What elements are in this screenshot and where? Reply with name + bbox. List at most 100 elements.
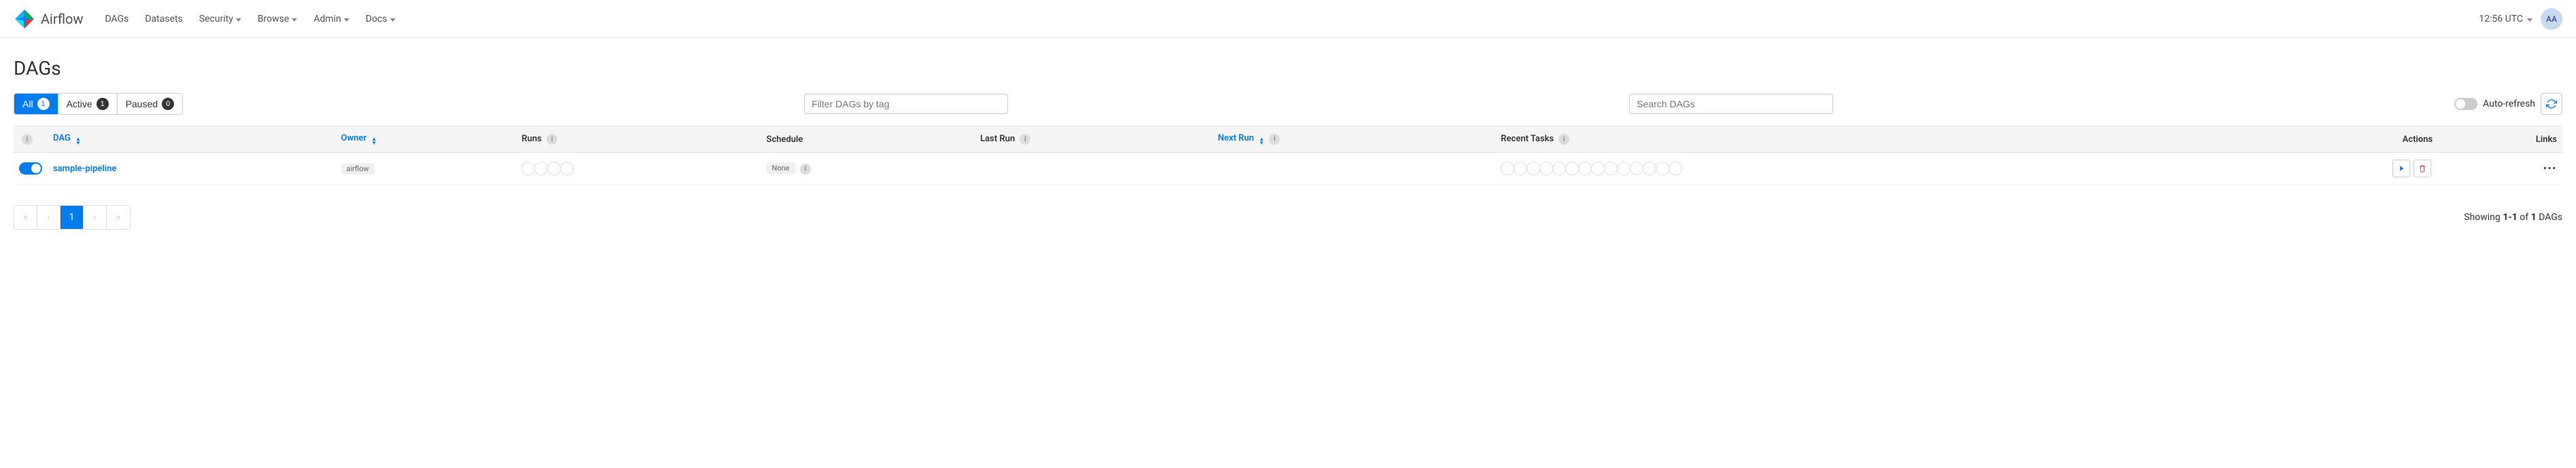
col-runs-label: Runs — [521, 134, 541, 144]
avatar-initials: AA — [2546, 14, 2557, 24]
nav-admin[interactable]: Admin — [305, 8, 357, 30]
run-circle[interactable] — [547, 162, 561, 175]
task-circle[interactable] — [1578, 162, 1592, 175]
auto-refresh-toggle[interactable] — [2454, 98, 2477, 110]
owner-badge[interactable]: airflow — [341, 163, 375, 175]
search-box — [1629, 94, 1833, 114]
chevron-down-icon — [2527, 18, 2533, 22]
info-icon: i — [546, 134, 557, 145]
nav-datasets[interactable]: Datasets — [137, 8, 190, 30]
showing-total: 1 — [2531, 212, 2537, 223]
col-owner[interactable]: Owner ▲▼ — [336, 126, 517, 153]
task-circle[interactable] — [1501, 162, 1514, 175]
info-icon: i — [1559, 134, 1569, 145]
status-filter-group: All 1 Active 1 Paused 0 — [14, 93, 183, 115]
col-schedule-label: Schedule — [767, 134, 803, 145]
auto-refresh-group: Auto-refresh — [2454, 93, 2562, 115]
nav-browse-label: Browse — [258, 14, 289, 24]
nav-browse[interactable]: Browse — [249, 8, 305, 30]
task-circle[interactable] — [1669, 162, 1682, 175]
task-circle[interactable] — [1539, 162, 1553, 175]
pagination: « ‹ 1 › » — [14, 205, 130, 230]
nav-dags[interactable]: DAGs — [97, 8, 137, 30]
filter-paused-count: 0 — [162, 98, 174, 110]
col-schedule: Schedule — [761, 126, 975, 153]
filter-active-label: Active — [67, 98, 92, 109]
filter-paused-label: Paused — [126, 98, 158, 109]
brand-text: Airflow — [41, 11, 83, 27]
col-last-run: Last Run i — [975, 126, 1213, 153]
nav-items: DAGs Datasets Security Browse Admin Docs — [97, 8, 403, 30]
nav-security[interactable]: Security — [191, 8, 249, 30]
sort-icon: ▲▼ — [1259, 137, 1264, 145]
refresh-icon — [2546, 98, 2557, 109]
airflow-logo-icon — [14, 8, 35, 30]
trigger-dag-button[interactable] — [2392, 160, 2410, 177]
showing-mid: of — [2518, 212, 2531, 223]
avatar[interactable]: AA — [2541, 8, 2562, 30]
task-circle[interactable] — [1565, 162, 1579, 175]
run-circle[interactable] — [534, 162, 548, 175]
links-menu-button[interactable]: ••• — [2543, 164, 2557, 174]
task-circle[interactable] — [1630, 162, 1643, 175]
filter-active-button[interactable]: Active 1 — [58, 94, 118, 114]
auto-refresh-label: Auto-refresh — [2483, 98, 2535, 109]
col-links-label: Links — [2536, 134, 2557, 145]
col-last-run-label: Last Run — [980, 134, 1015, 144]
col-dag[interactable]: DAG ▲▼ — [48, 126, 336, 153]
task-circle[interactable] — [1643, 162, 1656, 175]
col-next-run-label: Next Run — [1218, 133, 1254, 143]
nav-docs[interactable]: Docs — [358, 8, 404, 30]
page-prev-button[interactable]: ‹ — [37, 206, 60, 229]
tag-filter-input[interactable] — [804, 94, 1008, 114]
task-circle[interactable] — [1591, 162, 1605, 175]
recent-tasks-circles — [1501, 162, 2235, 175]
nav-datasets-label: Datasets — [145, 14, 182, 24]
task-circle[interactable] — [1656, 162, 1669, 175]
main-container: DAGs All 1 Active 1 Paused 0 — [0, 38, 2576, 240]
search-input[interactable] — [1629, 94, 1833, 114]
col-actions: Actions — [2240, 126, 2438, 153]
table-header-row: i DAG ▲▼ Owner ▲▼ Runs i Schedule Last R… — [14, 126, 2562, 153]
dag-id-link[interactable]: sample-pipeline — [53, 164, 116, 174]
delete-dag-button[interactable] — [2414, 160, 2431, 177]
col-owner-label: Owner — [341, 133, 367, 143]
next-run-cell — [1213, 153, 1495, 185]
nav-dags-label: DAGs — [105, 14, 128, 24]
page-number-button[interactable]: 1 — [60, 206, 84, 229]
filter-all-button[interactable]: All 1 — [14, 94, 58, 114]
showing-prefix: Showing — [2464, 212, 2503, 223]
filter-paused-button[interactable]: Paused 0 — [118, 94, 182, 114]
info-icon: i — [1020, 134, 1030, 145]
dag-pause-toggle[interactable] — [19, 162, 42, 175]
task-circle[interactable] — [1514, 162, 1527, 175]
task-circle[interactable] — [1527, 162, 1540, 175]
info-icon: i — [1269, 134, 1280, 145]
refresh-button[interactable] — [2541, 93, 2562, 115]
table-footer: « ‹ 1 › » Showing 1-1 of 1 DAGs — [14, 205, 2562, 230]
page-first-button[interactable]: « — [14, 206, 37, 229]
page-last-button[interactable]: » — [107, 206, 130, 229]
task-circle[interactable] — [1604, 162, 1618, 175]
run-circle[interactable] — [560, 162, 574, 175]
clock[interactable]: 12:56 UTC — [2479, 14, 2533, 24]
task-circle[interactable] — [1552, 162, 1566, 175]
schedule-badge[interactable]: None — [767, 162, 795, 174]
clock-text: 12:56 UTC — [2479, 14, 2523, 24]
col-next-run[interactable]: Next Run ▲▼ i — [1213, 126, 1495, 153]
task-circle[interactable] — [1617, 162, 1631, 175]
brand[interactable]: Airflow — [14, 8, 83, 30]
page-next-button[interactable]: › — [84, 206, 107, 229]
run-circle[interactable] — [521, 162, 535, 175]
sort-icon: ▲▼ — [371, 137, 377, 145]
filter-active-count: 1 — [97, 98, 109, 110]
col-recent-tasks-label: Recent Tasks — [1501, 134, 1554, 144]
nav-docs-label: Docs — [366, 14, 387, 24]
navbar-right: 12:56 UTC AA — [2479, 8, 2562, 30]
col-toggle: i — [14, 126, 48, 153]
col-runs: Runs i — [516, 126, 761, 153]
filter-all-count: 1 — [37, 98, 50, 110]
col-links: Links — [2438, 126, 2562, 153]
trash-icon — [2418, 164, 2426, 173]
table-row: sample-pipeline airflow None i — [14, 153, 2562, 185]
